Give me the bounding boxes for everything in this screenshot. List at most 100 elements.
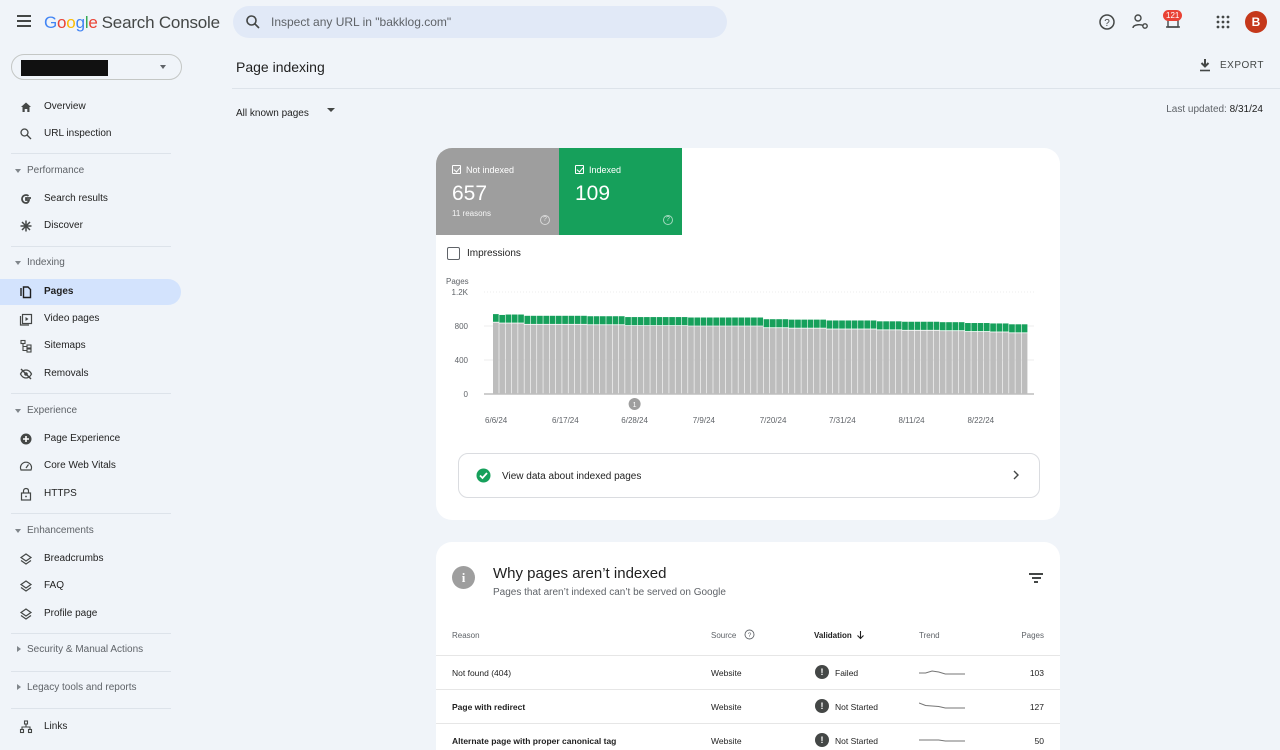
bar-not-indexed[interactable] [587,325,594,394]
sidebar-item-video-pages[interactable]: Video pages [0,306,181,332]
bar-not-indexed[interactable] [618,325,625,394]
sidebar-item-discover[interactable]: Discover [0,213,181,239]
bar-not-indexed[interactable] [581,324,587,394]
bar-indexed[interactable] [700,317,707,326]
sidebar-item-removals[interactable]: Removals [0,361,181,387]
bar-indexed[interactable] [795,319,801,328]
bar-not-indexed[interactable] [1002,332,1009,394]
bar-not-indexed[interactable] [518,323,524,394]
bar-indexed[interactable] [555,315,562,324]
bar-indexed[interactable] [644,317,650,326]
view-indexed-data-button[interactable]: View data about indexed pages [458,453,1040,498]
section-experience[interactable]: Experience [0,402,181,422]
section-performance[interactable]: Performance [0,162,181,182]
bar-not-indexed[interactable] [499,323,505,394]
account-settings-icon[interactable] [1130,12,1150,32]
bar-indexed[interactable] [927,321,933,330]
bar-not-indexed[interactable] [549,324,556,394]
bar-not-indexed[interactable] [795,328,801,394]
sidebar-item-pages[interactable]: Pages [0,279,181,305]
bar-indexed[interactable] [902,321,908,330]
bar-indexed[interactable] [776,319,782,328]
bar-indexed[interactable] [625,317,631,326]
bar-not-indexed[interactable] [870,329,877,394]
bar-indexed[interactable] [744,317,751,326]
bar-not-indexed[interactable] [656,326,663,394]
bar-not-indexed[interactable] [971,331,978,394]
bar-not-indexed[interactable] [908,330,915,394]
bar-not-indexed[interactable] [537,324,543,394]
bar-not-indexed[interactable] [990,332,996,394]
bar-not-indexed[interactable] [845,329,852,394]
bar-not-indexed[interactable] [914,330,921,394]
bar-not-indexed[interactable] [681,326,688,394]
bar-not-indexed[interactable] [832,329,839,394]
bar-not-indexed[interactable] [568,324,575,394]
bar-indexed[interactable] [965,323,971,332]
bar-not-indexed[interactable] [574,324,581,394]
bar-indexed[interactable] [876,321,883,330]
bar-not-indexed[interactable] [738,326,745,394]
bar-not-indexed[interactable] [782,328,789,394]
bar-indexed[interactable] [581,315,587,324]
bar-not-indexed[interactable] [606,325,612,394]
bar-indexed[interactable] [807,319,814,328]
bar-not-indexed[interactable] [650,326,657,394]
sidebar-item-breadcrumbs[interactable]: Breadcrumbs [0,546,181,572]
sidebar-item-page-experience[interactable]: Page Experience [0,426,181,452]
bar-not-indexed[interactable] [814,328,820,394]
bar-not-indexed[interactable] [983,331,990,394]
bar-not-indexed[interactable] [965,331,971,394]
bar-not-indexed[interactable] [669,326,675,394]
bar-indexed[interactable] [832,320,839,329]
bar-indexed[interactable] [990,323,996,332]
bar-not-indexed[interactable] [593,325,600,394]
bar-indexed[interactable] [820,319,826,328]
bar-not-indexed[interactable] [562,324,568,394]
help-icon[interactable]: ? [744,629,755,640]
bar-not-indexed[interactable] [1021,333,1028,394]
bar-indexed[interactable] [493,314,499,322]
bar-not-indexed[interactable] [788,328,795,394]
bar-indexed[interactable] [851,320,858,329]
bar-not-indexed[interactable] [889,330,896,394]
bar-not-indexed[interactable] [769,328,776,394]
bar-indexed[interactable] [511,314,518,323]
bar-not-indexed[interactable] [757,326,764,394]
bar-indexed[interactable] [524,315,531,324]
apps-grid-icon[interactable] [1213,12,1233,32]
table-row[interactable]: Page with redirect Website! Not Started 127 [436,689,1060,723]
bar-not-indexed[interactable] [694,326,701,394]
bar-not-indexed[interactable] [631,326,638,394]
bar-not-indexed[interactable] [600,325,606,394]
bar-indexed[interactable] [618,316,625,325]
help-icon[interactable]: ? [540,215,550,225]
bar-indexed[interactable] [933,321,940,330]
bar-indexed[interactable] [763,319,770,328]
not-indexed-toggle[interactable]: Not indexed 657 11 reasons ? [436,148,559,235]
sidebar-item-https[interactable]: HTTPS [0,481,181,507]
bar-not-indexed[interactable] [801,328,808,394]
bar-indexed[interactable] [612,316,619,325]
bar-not-indexed[interactable] [933,330,940,394]
bar-indexed[interactable] [688,317,694,326]
bar-not-indexed[interactable] [493,322,499,394]
bar-not-indexed[interactable] [807,328,814,394]
bar-indexed[interactable] [650,317,657,326]
column-header-reason[interactable]: Reason [452,631,480,640]
sidebar-item-url-inspection[interactable]: URL inspection [0,121,181,147]
bar-not-indexed[interactable] [776,328,782,394]
bar-indexed[interactable] [662,317,669,326]
bar-not-indexed[interactable] [713,326,719,394]
bar-not-indexed[interactable] [763,328,770,394]
bar-indexed[interactable] [1009,324,1015,333]
bar-indexed[interactable] [505,314,512,323]
bar-indexed[interactable] [1015,324,1022,333]
sidebar-item-faq[interactable]: FAQ [0,573,181,599]
section-legacy-tools[interactable]: Legacy tools and reports [0,679,181,699]
sidebar-item-sitemaps[interactable]: Sitemaps [0,333,181,359]
bar-indexed[interactable] [908,321,915,330]
bar-indexed[interactable] [713,317,719,326]
bar-indexed[interactable] [826,320,833,329]
bar-indexed[interactable] [1021,324,1028,333]
